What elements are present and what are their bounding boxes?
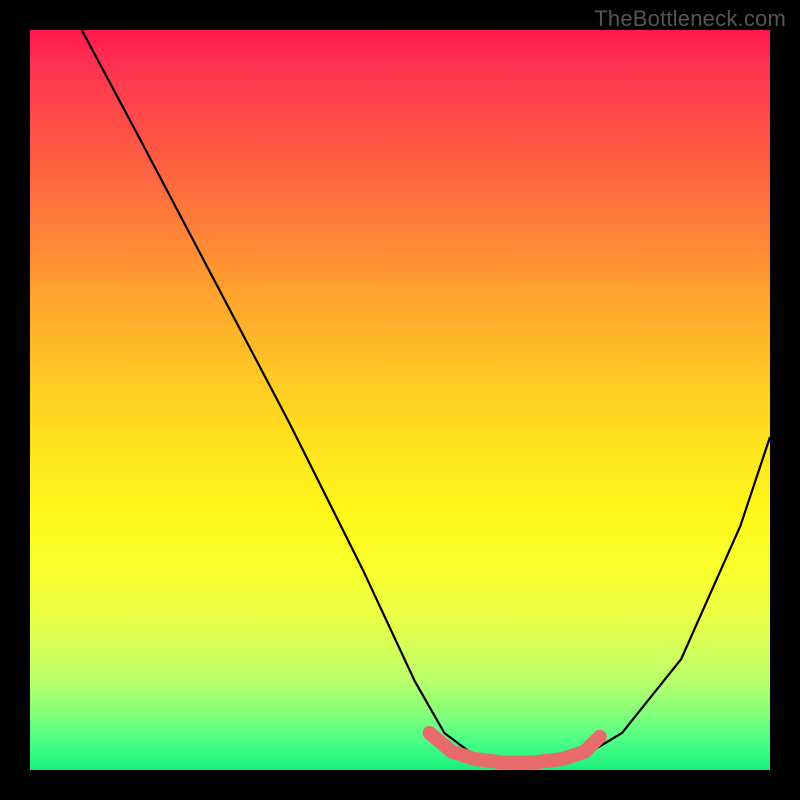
chart-plot-area: [30, 30, 770, 770]
watermark-text: TheBottleneck.com: [594, 6, 786, 32]
chart-svg: [30, 30, 770, 770]
optimal-zone-highlight: [430, 733, 600, 763]
bottleneck-curve: [82, 30, 770, 763]
